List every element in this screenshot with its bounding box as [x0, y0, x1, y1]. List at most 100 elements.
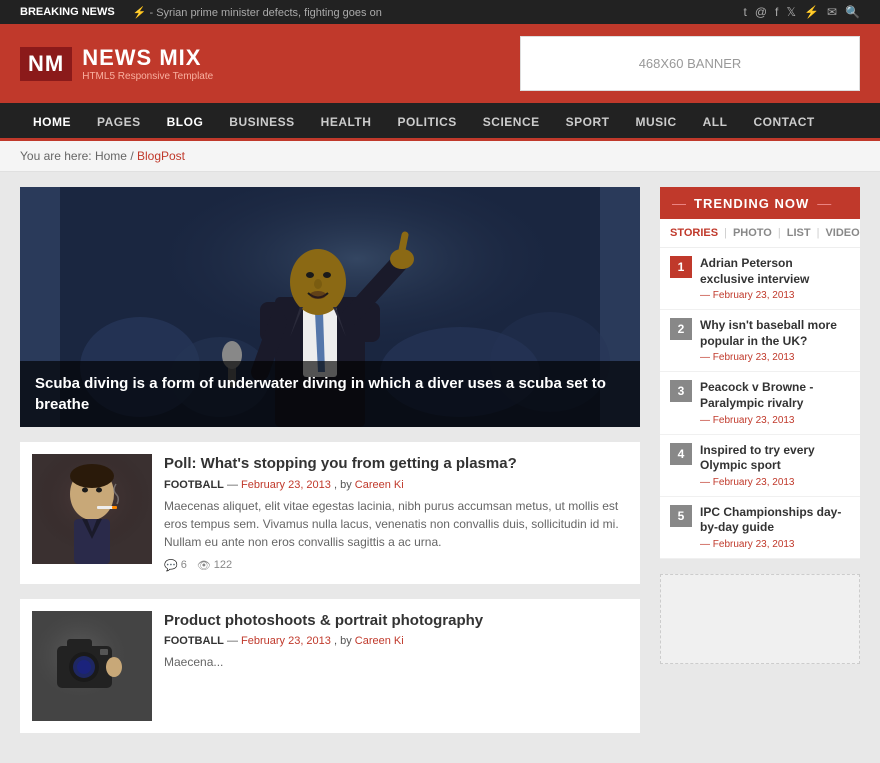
sidebar-ad: [660, 574, 860, 664]
comment-count: 💬 6: [164, 559, 187, 572]
trending-item-1: 1 Adrian Peterson exclusive interview — …: [660, 248, 860, 310]
trending-item-date-1: — February 23, 2013: [700, 290, 850, 301]
trending-item-date-2: — February 23, 2013: [700, 352, 850, 363]
trending-num-1: 1: [670, 256, 692, 278]
tab-video[interactable]: VIDEO: [825, 227, 859, 239]
trending-title: TRENDING NOW: [694, 196, 809, 211]
main-container: Scuba diving is a form of underwater div…: [0, 172, 880, 763]
trending-item-2: 2 Why isn't baseball more popular in the…: [660, 310, 860, 372]
article-thumb-1: [32, 454, 152, 564]
hero-image: Scuba diving is a form of underwater div…: [20, 187, 640, 427]
trending-item-4: 4 Inspired to try every Olympic sport — …: [660, 435, 860, 497]
nav-divider: [0, 138, 880, 141]
tab-divider-1: |: [724, 227, 727, 239]
banner-slot: 468X60 BANNER: [520, 36, 860, 91]
logo-area: NM NEWS MIX HTML5 Responsive Template: [20, 45, 213, 82]
twitter-icon[interactable]: 𝕏: [786, 5, 796, 19]
article-date-1: February 23, 2013: [241, 479, 331, 491]
article-author-1: Careen Ki: [355, 479, 404, 491]
article-body-1: Poll: What's stopping you from getting a…: [164, 454, 628, 572]
view-count: 👁 122: [197, 559, 232, 572]
social-icons: t @ f 𝕏 ⚡ ✉ 🔍: [743, 5, 860, 19]
trending-num-4: 4: [670, 443, 692, 465]
trending-item-title-3[interactable]: Peacock v Browne - Paralympic rivalry: [700, 380, 850, 411]
content-column: Scuba diving is a form of underwater div…: [20, 187, 640, 748]
nav-business[interactable]: BUSINESS: [216, 103, 307, 141]
tab-stories[interactable]: STORIES: [670, 227, 718, 239]
nav-sport[interactable]: SPORT: [553, 103, 623, 141]
tab-divider-2: |: [778, 227, 781, 239]
trending-item-title-4[interactable]: Inspired to try every Olympic sport: [700, 443, 850, 474]
article-category-2: FOOTBALL: [164, 635, 224, 647]
trending-num-3: 3: [670, 380, 692, 402]
breadcrumb-current[interactable]: BlogPost: [137, 149, 185, 163]
article-separator-2: —: [227, 635, 241, 647]
trending-item-date-4: — February 23, 2013: [700, 477, 850, 488]
article-body-2: Product photoshoots & portrait photograp…: [164, 611, 628, 721]
trending-items-container: 1 Adrian Peterson exclusive interview — …: [660, 248, 860, 559]
article-author-2: Careen Ki: [355, 635, 404, 647]
article-thumb-svg-2: [32, 611, 152, 721]
logo-nm: NM: [28, 51, 64, 76]
breadcrumb-prefix: You are here:: [20, 149, 95, 163]
hero-overlay: Scuba diving is a form of underwater div…: [20, 361, 640, 427]
breaking-text: ⚡ - Syrian prime minister defects, fight…: [133, 6, 382, 19]
breadcrumb-home[interactable]: Home: [95, 149, 127, 163]
trending-item-text-4: Inspired to try every Olympic sport — Fe…: [700, 443, 850, 488]
trending-item-text-5: IPC Championships day-by-day guide — Feb…: [700, 505, 850, 550]
nav-health[interactable]: HEALTH: [308, 103, 385, 141]
article-by-1: , by: [334, 479, 355, 491]
nav-home[interactable]: HOME: [20, 103, 84, 141]
article-card-2: Product photoshoots & portrait photograp…: [20, 599, 640, 733]
sidebar: — TRENDING NOW — STORIES | PHOTO | LIST …: [660, 187, 860, 748]
article-thumb-svg-1: [32, 454, 152, 564]
trending-item-title-1[interactable]: Adrian Peterson exclusive interview: [700, 256, 850, 287]
trending-item-text-1: Adrian Peterson exclusive interview — Fe…: [700, 256, 850, 301]
tumblr-icon[interactable]: t: [743, 5, 746, 19]
nav-all[interactable]: ALL: [690, 103, 741, 141]
trending-item-title-5[interactable]: IPC Championships day-by-day guide: [700, 505, 850, 536]
nav-contact[interactable]: CONTACT: [740, 103, 827, 141]
nav-blog[interactable]: BLOG: [154, 103, 217, 141]
article-excerpt-1: Maecenas aliquet, elit vitae egestas lac…: [164, 497, 628, 551]
tab-divider-3: |: [817, 227, 820, 239]
trending-tabs: STORIES | PHOTO | LIST | VIDEO: [660, 219, 860, 248]
tab-list[interactable]: LIST: [787, 227, 811, 239]
trending-dashes: —: [672, 195, 686, 211]
hero-caption: Scuba diving is a form of underwater div…: [35, 373, 625, 415]
article-footer-1: 💬 6 👁 122: [164, 559, 628, 572]
breaking-label: BREAKING NEWS: [20, 6, 115, 18]
article-title-1[interactable]: Poll: What's stopping you from getting a…: [164, 454, 628, 474]
nav-politics[interactable]: POLITICS: [384, 103, 469, 141]
site-title: NEWS MIX: [82, 45, 213, 71]
trending-item-date-3: — February 23, 2013: [700, 415, 850, 426]
trending-item-text-3: Peacock v Browne - Paralympic rivalry — …: [700, 380, 850, 425]
article-thumb-2: [32, 611, 152, 721]
search-icon[interactable]: 🔍: [845, 5, 860, 19]
trending-item-date-5: — February 23, 2013: [700, 539, 850, 550]
article-card-1: Poll: What's stopping you from getting a…: [20, 442, 640, 584]
main-nav: HOME PAGES BLOG BUSINESS HEALTH POLITICS…: [0, 103, 880, 141]
site-subtitle: HTML5 Responsive Template: [82, 71, 213, 82]
trending-num-2: 2: [670, 318, 692, 340]
article-separator-1: —: [227, 479, 241, 491]
nav-music[interactable]: MUSIC: [622, 103, 689, 141]
article-meta-1: FOOTBALL — February 23, 2013 , by Careen…: [164, 479, 628, 491]
breaking-bar: BREAKING NEWS ⚡ - Syrian prime minister …: [0, 0, 880, 24]
article-title-2[interactable]: Product photoshoots & portrait photograp…: [164, 611, 628, 631]
tab-photo[interactable]: PHOTO: [733, 227, 772, 239]
trending-dashes-right: —: [817, 195, 831, 211]
facebook-icon[interactable]: f: [775, 5, 778, 19]
logo-box: NM: [20, 47, 72, 81]
article-by-2: , by: [334, 635, 355, 647]
trending-header: — TRENDING NOW —: [660, 187, 860, 219]
email-icon[interactable]: ✉: [827, 5, 837, 19]
trending-item-title-2[interactable]: Why isn't baseball more popular in the U…: [700, 318, 850, 349]
article-date-2: February 23, 2013: [241, 635, 331, 647]
trending-item-3: 3 Peacock v Browne - Paralympic rivalry …: [660, 372, 860, 434]
rss-icon[interactable]: ⚡: [804, 5, 819, 19]
nav-science[interactable]: SCIENCE: [470, 103, 553, 141]
logo-text: NEWS MIX HTML5 Responsive Template: [82, 45, 213, 82]
at-icon[interactable]: @: [755, 5, 767, 19]
nav-pages[interactable]: PAGES: [84, 103, 154, 141]
